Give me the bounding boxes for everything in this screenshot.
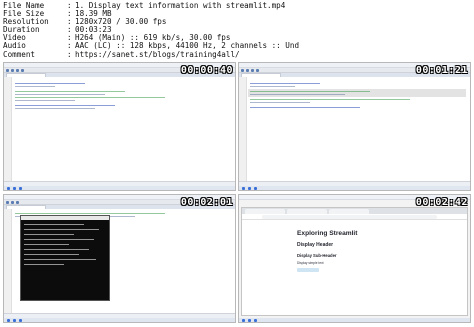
info-value: 1280x720 / 30.00 fps bbox=[75, 17, 167, 27]
thumbnail-1: 00:00:40 bbox=[3, 62, 236, 191]
taskbar-icon bbox=[248, 186, 251, 190]
taskbar-icon bbox=[19, 186, 22, 190]
line-gutter bbox=[4, 77, 12, 181]
streamlit-page: Exploring Streamlit Display Header Displ… bbox=[297, 230, 437, 300]
code-line bbox=[15, 94, 105, 95]
taskbar-icon bbox=[242, 318, 245, 322]
terminal-line bbox=[24, 244, 69, 245]
code-line bbox=[15, 97, 165, 98]
info-row-file-size: File Size : 18.39 MB bbox=[3, 9, 471, 18]
code-line bbox=[250, 83, 320, 84]
toolbar-icon bbox=[21, 69, 24, 72]
taskbar-icon bbox=[248, 318, 251, 322]
toolbar-icon bbox=[16, 201, 19, 204]
code-line bbox=[250, 99, 410, 100]
code-editor bbox=[239, 77, 470, 181]
thumbnail-4: 00:02:42 Exploring Streamlit Display Hea… bbox=[238, 194, 471, 323]
timestamp: 00:02:01 bbox=[180, 197, 233, 208]
page-header: Display Header bbox=[297, 242, 334, 248]
terminal-line bbox=[24, 224, 84, 225]
code-line bbox=[15, 86, 55, 87]
info-key: Comment bbox=[3, 49, 36, 59]
toolbar-icon bbox=[11, 69, 14, 72]
taskbar-icon bbox=[13, 186, 16, 190]
info-value: 1. Display text information with streaml… bbox=[75, 1, 286, 10]
info-row-duration: Duration : 00:03:23 bbox=[3, 26, 471, 34]
info-row-comment: Comment : https://sanet.st/blogs/trainin… bbox=[3, 49, 471, 59]
toolbar-icon bbox=[256, 69, 259, 72]
terminal-window bbox=[20, 215, 110, 301]
terminal-line bbox=[24, 239, 94, 240]
taskbar bbox=[4, 318, 235, 322]
timestamp: 00:02:42 bbox=[415, 197, 468, 208]
taskbar bbox=[239, 318, 470, 322]
page-subheader: Display Sub-Header bbox=[297, 253, 337, 258]
toolbar-icon bbox=[241, 69, 244, 72]
code-line bbox=[250, 102, 310, 103]
taskbar-icon bbox=[242, 186, 245, 190]
toolbar-icon bbox=[16, 69, 19, 72]
code-line bbox=[250, 107, 360, 108]
taskbar-icon bbox=[13, 318, 16, 322]
toolbar-icon bbox=[11, 201, 14, 204]
code-line bbox=[15, 83, 85, 84]
code-line bbox=[15, 213, 165, 214]
taskbar-icon bbox=[254, 318, 257, 322]
info-row-file-name: File Name : 1. Display text information … bbox=[3, 1, 471, 10]
taskbar-icon bbox=[7, 186, 10, 190]
toolbar-icon bbox=[6, 201, 9, 204]
address-bar bbox=[242, 214, 467, 220]
toolbar-icon bbox=[251, 69, 254, 72]
taskbar-icon bbox=[7, 318, 10, 322]
code-editor bbox=[4, 77, 235, 181]
code-line bbox=[15, 100, 75, 101]
timestamp: 00:01:21 bbox=[415, 65, 468, 76]
terminal-titlebar bbox=[21, 216, 109, 220]
taskbar-icon bbox=[19, 318, 22, 322]
terminal-line bbox=[24, 249, 89, 250]
info-separator: : bbox=[67, 49, 72, 59]
line-gutter bbox=[239, 77, 247, 181]
info-row-resolution: Resolution : 1280x720 / 30.00 fps bbox=[3, 18, 471, 26]
code-line bbox=[15, 105, 115, 106]
code-line bbox=[250, 91, 370, 92]
page-text: Display simple text bbox=[297, 261, 324, 265]
thumbnail-2: 00:01:21 bbox=[238, 62, 471, 191]
timestamp: 00:00:40 bbox=[180, 65, 233, 76]
terminal-line bbox=[24, 229, 99, 230]
thumbnail-3: 00:02:01 bbox=[3, 194, 236, 323]
terminal-line bbox=[24, 264, 64, 265]
toolbar-icon bbox=[246, 69, 249, 72]
code-block bbox=[297, 268, 319, 272]
terminal-line bbox=[24, 259, 96, 260]
info-value: https://sanet.st/blogs/training4all/ bbox=[75, 49, 240, 59]
browser-window: Exploring Streamlit Display Header Displ… bbox=[241, 207, 468, 316]
page-title: Exploring Streamlit bbox=[297, 230, 358, 237]
line-gutter bbox=[4, 209, 12, 313]
code-line bbox=[15, 108, 95, 109]
url-field bbox=[262, 215, 437, 219]
toolbar-icon bbox=[6, 69, 9, 72]
terminal-line bbox=[24, 234, 74, 235]
code-line bbox=[15, 91, 125, 92]
code-line bbox=[250, 86, 295, 87]
code-line bbox=[250, 94, 345, 95]
terminal-line bbox=[24, 254, 79, 255]
taskbar bbox=[4, 186, 235, 190]
file-info-block: File Name : 1. Display text information … bbox=[3, 1, 471, 60]
taskbar bbox=[239, 186, 470, 190]
taskbar-icon bbox=[254, 186, 257, 190]
